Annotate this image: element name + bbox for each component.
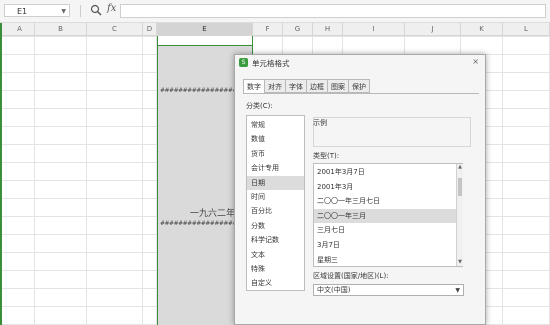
region-select[interactable]: 中文(中国) ▼ bbox=[313, 284, 464, 296]
formula-input[interactable] bbox=[120, 4, 546, 18]
column-header-d[interactable]: D bbox=[143, 23, 157, 35]
category-label: 分类(C): bbox=[246, 102, 273, 110]
category-item[interactable]: 分数 bbox=[247, 219, 304, 233]
column-header-h[interactable]: H bbox=[313, 23, 343, 35]
formula-bar: E1 ▼ fx bbox=[0, 0, 550, 23]
chevron-down-icon[interactable]: ▼ bbox=[455, 285, 460, 296]
scroll-up-icon[interactable]: ▲ bbox=[457, 164, 463, 171]
tab-2[interactable]: 字体 bbox=[285, 79, 307, 93]
column-header-k[interactable]: K bbox=[461, 23, 503, 35]
type-item[interactable]: 二〇〇一年三月 bbox=[314, 208, 456, 223]
column-header: ABCDEFGHIJKL bbox=[0, 23, 550, 36]
category-item[interactable]: 文本 bbox=[247, 248, 304, 262]
gridline bbox=[502, 36, 503, 325]
type-item[interactable]: 星期三 bbox=[314, 253, 456, 267]
region-value: 中文(中国) bbox=[317, 286, 351, 294]
row-header-edge bbox=[0, 23, 2, 325]
category-item[interactable]: 百分比 bbox=[247, 204, 304, 218]
function-icon[interactable]: fx bbox=[107, 3, 116, 14]
dialog-titlebar[interactable]: S 单元格格式 × bbox=[235, 55, 485, 71]
close-icon[interactable]: × bbox=[472, 57, 479, 66]
category-item[interactable]: 自定义 bbox=[247, 276, 304, 290]
column-header-e[interactable]: E bbox=[157, 23, 253, 35]
category-item[interactable]: 常规 bbox=[247, 118, 304, 132]
tab-4[interactable]: 图案 bbox=[327, 79, 349, 93]
tab-1[interactable]: 对齐 bbox=[264, 79, 286, 93]
category-item[interactable]: 时间 bbox=[247, 190, 304, 204]
gridline bbox=[86, 36, 87, 325]
sample-box bbox=[313, 117, 471, 147]
divider bbox=[243, 93, 479, 94]
column-header-j[interactable]: J bbox=[405, 23, 461, 35]
name-box[interactable]: E1 ▼ bbox=[4, 4, 70, 17]
divider bbox=[80, 5, 81, 17]
gridline bbox=[142, 36, 143, 325]
name-box-value: E1 bbox=[17, 7, 28, 16]
type-item[interactable]: 3月7日 bbox=[314, 238, 456, 252]
scroll-thumb[interactable] bbox=[458, 178, 462, 196]
category-item[interactable]: 货币 bbox=[247, 147, 304, 161]
tab-0[interactable]: 数字 bbox=[243, 79, 265, 94]
column-header-b[interactable]: B bbox=[35, 23, 87, 35]
type-list-scrollbar[interactable]: ▲ ▼ bbox=[456, 164, 463, 266]
date-cell-text: 一九六二年 bbox=[190, 209, 236, 219]
type-item[interactable]: 二〇〇一年三月七日 bbox=[314, 194, 456, 208]
gridline bbox=[34, 36, 35, 325]
column-header-l[interactable]: L bbox=[503, 23, 550, 35]
region-label: 区域设置(国家/地区)(L): bbox=[313, 272, 389, 280]
type-list[interactable]: 2001年3月7日 2001年3月 二〇〇一年三月七日 二〇〇一年三月 三月七日 3月7日… bbox=[313, 163, 463, 267]
zoom-icon[interactable] bbox=[90, 4, 102, 16]
column-header-a[interactable]: A bbox=[5, 23, 35, 35]
active-cell-e1[interactable] bbox=[158, 36, 252, 46]
category-item[interactable]: 科学记数 bbox=[247, 233, 304, 247]
category-item[interactable]: 会计专用 bbox=[247, 161, 304, 175]
category-item[interactable]: 特殊 bbox=[247, 262, 304, 276]
type-item[interactable]: 2001年3月7日 bbox=[314, 165, 456, 179]
category-item[interactable]: 日期 bbox=[247, 175, 304, 190]
category-item[interactable]: 数值 bbox=[247, 132, 304, 146]
column-header-c[interactable]: C bbox=[87, 23, 143, 35]
scroll-down-icon[interactable]: ▼ bbox=[457, 259, 463, 266]
tab-5[interactable]: 保护 bbox=[348, 79, 370, 93]
dialog-title: 单元格格式 bbox=[252, 59, 290, 68]
column-header-f[interactable]: F bbox=[253, 23, 283, 35]
tab-3[interactable]: 边框 bbox=[306, 79, 328, 93]
category-list[interactable]: 常规 数值 货币 会计专用 日期 时间 百分比 分数 科学记数 文本 特殊 自定义 bbox=[246, 115, 305, 291]
type-item[interactable]: 三月七日 bbox=[314, 223, 456, 237]
format-cells-dialog: S 单元格格式 × 数字 对齐 字体 边框 图案 保护 分类(C): 常规 数值 货币 会计专用… bbox=[234, 54, 486, 325]
column-header-i[interactable]: I bbox=[343, 23, 405, 35]
column-header-g[interactable]: G bbox=[283, 23, 313, 35]
type-label: 类型(T): bbox=[313, 152, 340, 160]
app-logo-icon: S bbox=[239, 58, 248, 67]
type-item[interactable]: 2001年3月 bbox=[314, 180, 456, 194]
sample-label: 示例 bbox=[313, 119, 327, 127]
chevron-down-icon[interactable]: ▼ bbox=[61, 5, 66, 18]
